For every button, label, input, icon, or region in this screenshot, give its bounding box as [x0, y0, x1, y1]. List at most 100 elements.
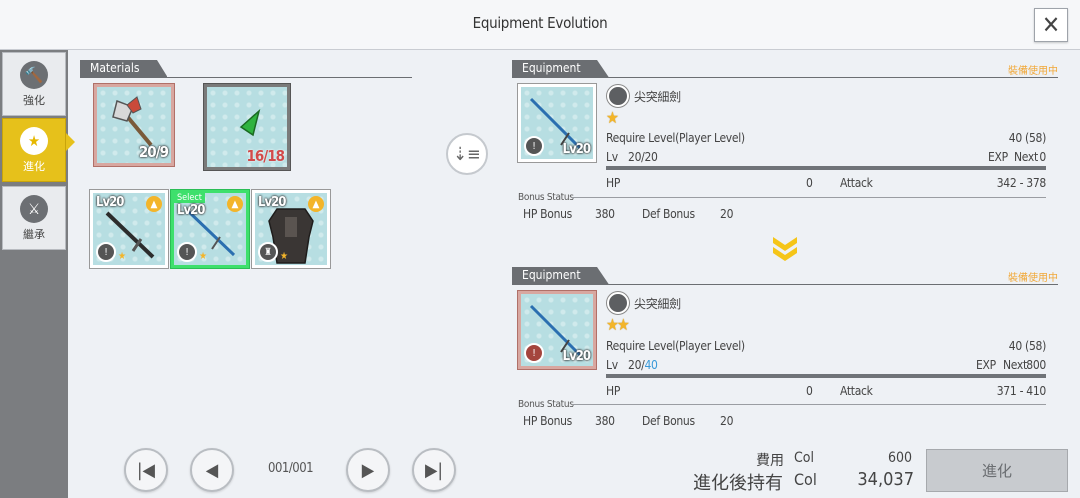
lock-icon: ▲: [146, 196, 162, 212]
sword-type-icon: !: [524, 343, 544, 363]
sort-icon: ⇣≡: [453, 143, 481, 165]
sword-type-icon: !: [177, 242, 197, 262]
after-evolve-unit: Col: [794, 470, 817, 489]
equipment-name: 尖突細劍: [634, 90, 681, 104]
evolved-divider: [512, 284, 1058, 285]
first-page-button[interactable]: |◀: [124, 448, 168, 492]
tab-enhance[interactable]: 🔨 強化: [2, 52, 66, 116]
tab-enhance-label: 強化: [23, 93, 45, 107]
sword-type-icon: [607, 85, 629, 107]
materials-header: Materials: [80, 60, 412, 78]
equipment-name: 尖突細劍: [634, 297, 681, 311]
level-current: 20/: [628, 358, 645, 372]
rarity-stars: ★: [606, 108, 619, 127]
exp-bar-fill: [606, 166, 1046, 170]
prev-page-button[interactable]: ◀: [190, 448, 234, 492]
require-level-value: 40 (58): [1008, 131, 1047, 145]
material-item-armor[interactable]: Lv20 ▲ ♜ ★: [252, 190, 330, 268]
fee-unit: Col: [794, 450, 815, 466]
star-icon: ★: [20, 126, 48, 155]
tab-inherit-label: 繼承: [23, 227, 45, 241]
item-level: Lv20: [96, 195, 124, 210]
item-level: Lv20: [258, 195, 286, 210]
evolve-button[interactable]: 進化: [926, 449, 1068, 492]
level-label: Lv: [606, 150, 618, 164]
after-evolve-value: 34,037: [857, 469, 914, 490]
level-value: 20/40: [628, 358, 658, 372]
star-icon: ★: [199, 251, 208, 262]
after-evolve-label: 進化後持有: [693, 473, 783, 494]
attack-label: Attack: [840, 176, 873, 190]
equipped-note: 裝備使用中: [1008, 66, 1058, 77]
exp-bar: [606, 374, 1046, 378]
star-icon: ★: [280, 251, 289, 262]
require-level-label: Require Level(Player Level): [606, 339, 745, 353]
next-page-button[interactable]: ▶: [346, 448, 390, 492]
hp-label: HP: [606, 176, 621, 190]
card-level: Lv20: [562, 142, 591, 157]
fee-label: 費用: [756, 453, 784, 469]
card-level: Lv20: [562, 349, 591, 364]
level-max: 40: [644, 358, 658, 372]
level-label: Lv: [606, 358, 618, 372]
active-tab-pointer: [66, 133, 75, 151]
close-button[interactable]: ✕: [1034, 8, 1068, 42]
bonus-divider: [572, 197, 1046, 198]
skip-first-icon: |◀: [137, 459, 155, 481]
exp-label: EXP: [988, 150, 1008, 164]
page-indicator: 001/001: [268, 461, 314, 476]
evolved-equipment-title: Equipment: [512, 267, 609, 284]
sword-pair-icon: ⚔: [20, 194, 48, 223]
hp-bonus-label: HP Bonus: [523, 414, 572, 428]
current-equipment-header: Equipment 裝備使用中: [512, 60, 1058, 78]
exp-label: EXP: [976, 358, 996, 372]
item-level: Lv20: [177, 203, 205, 218]
equipped-note: 裝備使用中: [1008, 273, 1058, 284]
current-equipment-card[interactable]: ! Lv20: [518, 84, 596, 162]
material-item-rapier-selected[interactable]: Select Lv20 ▲ ! ★: [171, 190, 249, 268]
materials-title: Materials: [80, 60, 168, 77]
bonus-divider: [572, 404, 1046, 405]
exp-bar-fill: [606, 374, 1046, 378]
material-count: 16/18: [246, 147, 285, 165]
lock-icon: ▲: [227, 196, 243, 212]
next-value: 800: [1026, 358, 1046, 372]
materials-divider: [80, 77, 412, 78]
require-level-value: 40 (58): [1008, 339, 1047, 353]
skip-last-icon: ▶|: [425, 459, 443, 481]
attack-value: 371 - 410: [996, 384, 1047, 398]
hp-value: 0: [806, 176, 813, 190]
require-level-label: Require Level(Player Level): [606, 131, 745, 145]
tab-evolve[interactable]: ★ 進化: [2, 118, 66, 182]
material-slot-axe[interactable]: 20/9: [94, 84, 174, 166]
sort-button[interactable]: ⇣≡: [446, 133, 488, 175]
def-bonus-value: 20: [720, 414, 734, 428]
level-current: 20/20: [628, 150, 658, 164]
tab-inherit[interactable]: ⚔ 繼承: [2, 186, 66, 250]
evolved-equipment-card[interactable]: ! Lv20: [518, 291, 596, 369]
fee-value: 600: [887, 450, 912, 466]
chevron-down-icon: [773, 237, 797, 261]
hp-value: 0: [806, 384, 813, 398]
material-slot-crystal[interactable]: 16/18: [204, 84, 290, 170]
sword-type-icon: !: [524, 136, 544, 156]
def-bonus-label: Def Bonus: [642, 414, 695, 428]
close-icon: ✕: [1041, 11, 1061, 39]
current-divider: [512, 77, 1058, 78]
material-item-long-sword[interactable]: Lv20 ▲ ! ★: [90, 190, 168, 268]
hp-bonus-value: 380: [595, 414, 615, 428]
star-icon: ★: [118, 251, 127, 262]
armor-type-icon: ♜: [258, 242, 278, 262]
last-page-button[interactable]: ▶|: [412, 448, 456, 492]
sword-type-icon: !: [96, 242, 116, 262]
page-title: Equipment Evolution: [472, 14, 608, 32]
next-icon: ▶: [361, 459, 375, 481]
exp-bar: [606, 166, 1046, 170]
attack-value: 342 - 378: [996, 176, 1047, 190]
hp-bonus-value: 380: [595, 207, 615, 221]
hammer-icon: 🔨: [20, 60, 48, 89]
lock-icon: ▲: [308, 196, 324, 212]
prev-icon: ◀: [205, 459, 219, 481]
bonus-status-label: Bonus Status: [518, 192, 574, 203]
select-tag: Select: [174, 193, 205, 203]
